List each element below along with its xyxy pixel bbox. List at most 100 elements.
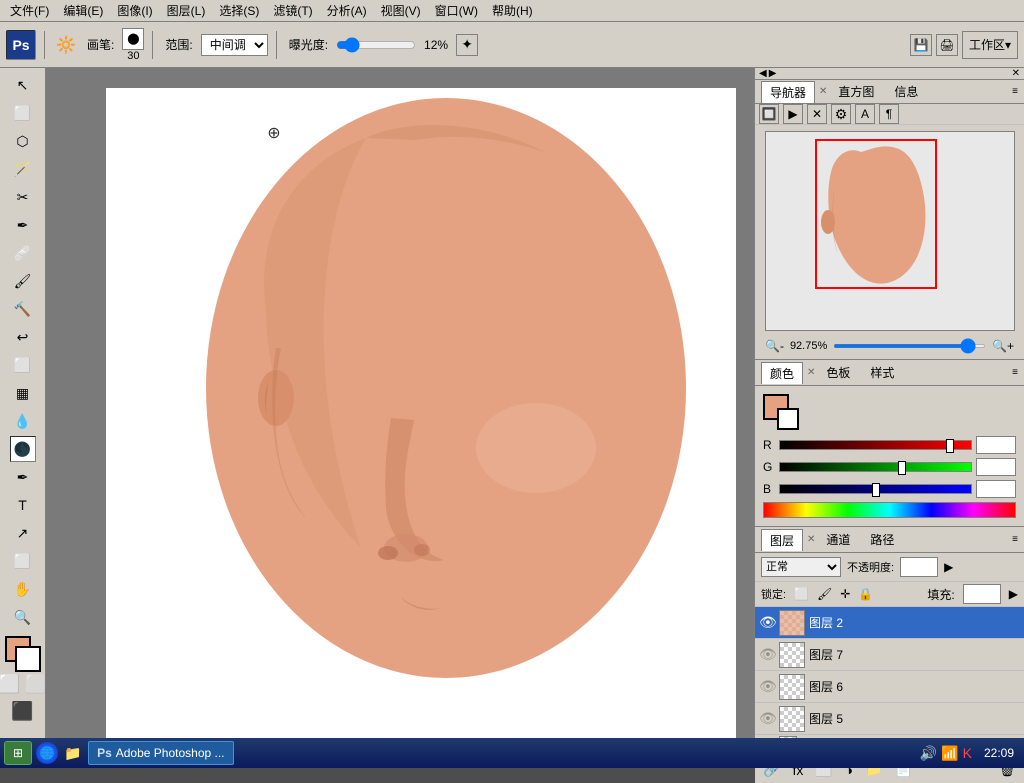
burn-tool-icon[interactable]: 🔆	[53, 32, 79, 58]
navigator-close[interactable]: ✕	[819, 86, 827, 97]
workspace-btn[interactable]: 工作区▾	[962, 31, 1018, 59]
layer-2-visibility[interactable]: 👁	[759, 614, 775, 631]
hand-tool[interactable]: ✋	[10, 576, 36, 602]
color-close[interactable]: ✕	[807, 367, 815, 378]
bg-color-swatch[interactable]	[777, 408, 799, 430]
zoom-out-btn[interactable]: 🔍-	[765, 339, 784, 353]
taskbar-photoshop-item[interactable]: Ps Adobe Photoshop ...	[88, 741, 233, 765]
nav-tool6[interactable]: ¶	[879, 104, 899, 124]
lock-position-btn[interactable]: ✛	[840, 587, 850, 601]
opacity-arrow[interactable]: ▶	[944, 560, 953, 574]
menu-file[interactable]: 文件(F)	[4, 0, 55, 21]
brush-preview[interactable]: ⬤	[122, 28, 144, 50]
layer-item-2[interactable]: 👁 图层 2	[755, 607, 1024, 639]
crop-tool[interactable]: ✂	[10, 184, 36, 210]
zoom-slider[interactable]	[833, 344, 986, 348]
tab-color[interactable]: 颜色	[761, 362, 803, 384]
fill-input[interactable]: 100%	[963, 584, 1001, 604]
nav-tool4[interactable]: ⚙	[831, 104, 851, 124]
b-thumb[interactable]	[872, 483, 880, 497]
g-input[interactable]: 162	[976, 458, 1016, 476]
r-thumb[interactable]	[946, 439, 954, 453]
tab-histogram[interactable]: 直方图	[829, 80, 883, 103]
tab-navigator[interactable]: 导航器	[761, 81, 815, 103]
nav-tool1[interactable]: 🔲	[759, 104, 779, 124]
exposure-slider[interactable]	[336, 37, 416, 53]
menu-layer[interactable]: 图层(L)	[161, 0, 212, 21]
zoom-in-btn[interactable]: 🔍+	[992, 339, 1014, 353]
layers-options[interactable]: ≡	[1012, 534, 1018, 545]
tab-paths[interactable]: 路径	[861, 528, 903, 551]
antivirus-icon[interactable]: K	[963, 745, 972, 761]
spot-heal-tool[interactable]: 🩹	[10, 240, 36, 266]
menu-edit[interactable]: 编辑(E)	[57, 0, 109, 21]
nav-tool2[interactable]: ▶	[783, 104, 803, 124]
gradient-tool[interactable]: ▦	[10, 380, 36, 406]
airbrush-btn[interactable]: ✦	[456, 34, 478, 56]
lasso-tool[interactable]: ⬡	[10, 128, 36, 154]
layers-close[interactable]: ✕	[807, 534, 815, 545]
lock-transparent-btn[interactable]: ⬜	[794, 587, 809, 601]
save-btn[interactable]: 💾	[910, 34, 932, 56]
nav-tool3[interactable]: ✕	[807, 104, 827, 124]
g-thumb[interactable]	[898, 461, 906, 475]
menu-view[interactable]: 视图(V)	[375, 0, 427, 21]
menu-analyze[interactable]: 分析(A)	[321, 0, 373, 21]
menu-filter[interactable]: 滤镜(T)	[267, 0, 318, 21]
start-button[interactable]: ⊞	[4, 741, 32, 765]
path-select-tool[interactable]: ↗	[10, 520, 36, 546]
blur-tool[interactable]: 💧	[10, 408, 36, 434]
layer-7-visibility[interactable]: 👁	[759, 646, 775, 663]
panel-expand-btn[interactable]: ▶	[769, 68, 777, 79]
brush-tool[interactable]: 🖌	[10, 268, 36, 294]
dodge-tool[interactable]: 🌑	[10, 436, 36, 462]
shape-tool[interactable]: ⬜	[10, 548, 36, 574]
navigator-options[interactable]: ≡	[1012, 86, 1018, 97]
save2-btn[interactable]: 🖨	[936, 34, 958, 56]
text-tool[interactable]: T	[10, 492, 36, 518]
pen-tool[interactable]: ✒	[10, 464, 36, 490]
r-input[interactable]: 228	[976, 436, 1016, 454]
network-icon[interactable]: 📶	[941, 745, 958, 762]
panel-collapse-btn[interactable]: ◀	[759, 68, 767, 79]
screen-mode-btn[interactable]: ⬛	[11, 701, 33, 722]
range-select[interactable]: 中间调	[201, 34, 268, 56]
menu-help[interactable]: 帮助(H)	[486, 0, 539, 21]
lock-all-btn[interactable]: 🔒	[858, 587, 873, 601]
layer-6-visibility[interactable]: 👁	[759, 678, 775, 695]
layer-5-visibility[interactable]: 👁	[759, 710, 775, 727]
menu-image[interactable]: 图像(I)	[111, 0, 158, 21]
tab-styles[interactable]: 样式	[861, 361, 903, 384]
menu-select[interactable]: 选择(S)	[213, 0, 265, 21]
zoom-tool[interactable]: 🔍	[10, 604, 36, 630]
layer-item-5[interactable]: 👁 图层 5	[755, 703, 1024, 735]
move-tool[interactable]: ↖	[10, 72, 36, 98]
taskbar-folder-icon[interactable]: 📁	[62, 742, 84, 764]
lock-pixels-btn[interactable]: 🖌	[817, 587, 832, 601]
tab-info[interactable]: 信息	[885, 80, 927, 103]
panel-close-btn[interactable]: ✕	[1012, 68, 1020, 79]
layer-item-7[interactable]: 👁 图层 7	[755, 639, 1024, 671]
clone-stamp-tool[interactable]: 🔨	[10, 296, 36, 322]
tab-channels[interactable]: 通道	[817, 528, 859, 551]
fill-arrow[interactable]: ▶	[1009, 587, 1018, 601]
spectrum-bar[interactable]	[763, 502, 1016, 518]
layer-item-6[interactable]: 👁 图层 6	[755, 671, 1024, 703]
menu-window[interactable]: 窗口(W)	[429, 0, 484, 21]
volume-icon[interactable]: 🔊	[920, 745, 937, 762]
tab-layers[interactable]: 图层	[761, 529, 803, 551]
history-brush-tool[interactable]: ↩	[10, 324, 36, 350]
nav-tool5[interactable]: A	[855, 104, 875, 124]
background-color[interactable]	[15, 646, 41, 672]
taskbar-ie-icon[interactable]: 🌐	[36, 742, 58, 764]
blend-mode-select[interactable]: 正常	[761, 557, 841, 577]
opacity-input[interactable]: 100%	[900, 557, 938, 577]
eyedropper-tool[interactable]: ✒	[10, 212, 36, 238]
tab-swatches[interactable]: 色板	[817, 361, 859, 384]
marquee-tool[interactable]: ⬜	[10, 100, 36, 126]
quickmask-btn[interactable]: ⬜	[25, 674, 47, 695]
quick-select-tool[interactable]: 🪄	[10, 156, 36, 182]
b-input[interactable]: 126	[976, 480, 1016, 498]
eraser-tool[interactable]: ⬜	[10, 352, 36, 378]
standard-mode-btn[interactable]: ⬜	[0, 674, 21, 695]
